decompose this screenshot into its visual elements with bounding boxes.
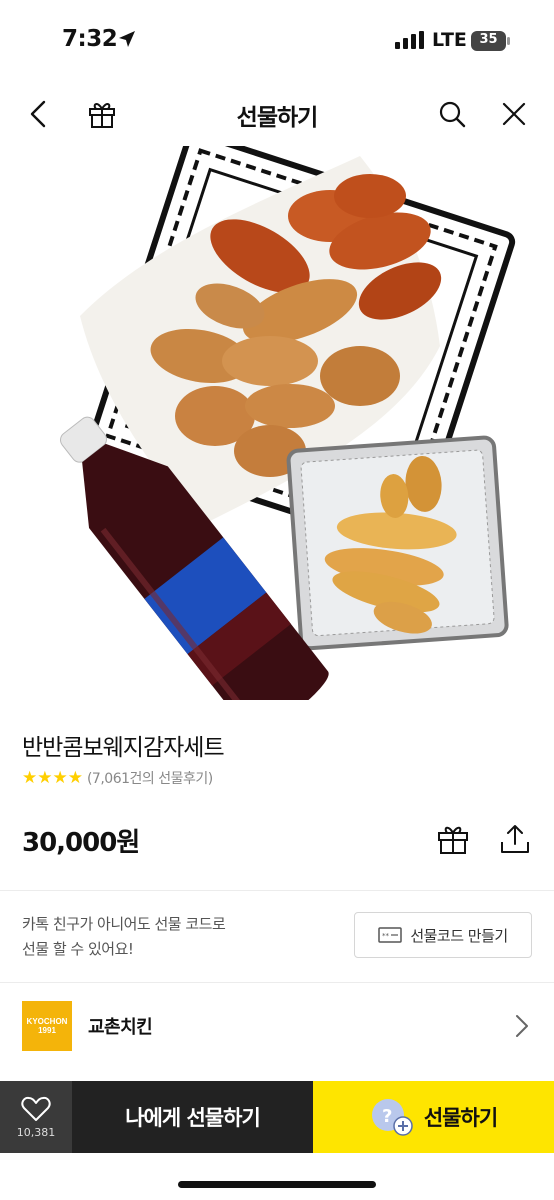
like-button[interactable]: 10,381 <box>0 1081 72 1153</box>
bottom-action-bar: 10,381 나에게 선물하기 ? 선물하기 <box>0 1081 554 1153</box>
battery-level: 35 <box>479 32 498 47</box>
rating-row[interactable]: ★★★★ (7,061건의 선물후기) <box>22 768 213 788</box>
divider <box>0 890 554 891</box>
brand-logo-text: KYOCHON <box>26 1017 68 1026</box>
nav-bar: 선물하기 <box>0 84 554 146</box>
svg-text:?: ? <box>382 1106 392 1127</box>
signal-icon <box>395 31 424 49</box>
product-photo-illustration <box>59 146 516 700</box>
status-bar: 7:32 LTE 35 <box>0 0 554 84</box>
product-price: 30,000원 <box>22 828 140 858</box>
product-name: 반반콤보웨지감자세트 <box>22 735 225 761</box>
create-gift-code-button[interactable]: ** 선물코드 만들기 <box>354 912 532 958</box>
gift-code-description: 카톡 친구가 아니어도 선물 코드로 선물 할 수 있어요! <box>22 912 322 962</box>
star-rating: ★★★★ <box>22 768 83 788</box>
brand-logo-year: 1991 <box>38 1026 56 1035</box>
product-image <box>0 146 554 700</box>
network-label: LTE <box>432 29 467 51</box>
page-title: 선물하기 <box>236 105 319 131</box>
like-count: 10,381 <box>16 1125 56 1139</box>
svg-text:**: ** <box>382 932 390 940</box>
search-icon[interactable] <box>436 98 468 130</box>
gift-button-label: 선물하기 <box>423 1106 498 1130</box>
heart-icon <box>21 1096 51 1121</box>
gift-to-self-label: 나에게 선물하기 <box>125 1106 261 1130</box>
gift-to-self-button[interactable]: 나에게 선물하기 <box>72 1081 313 1153</box>
gift-icon[interactable] <box>436 822 470 856</box>
gift-friend-icon: ? <box>371 1099 413 1136</box>
status-time: 7:32 <box>62 26 118 52</box>
battery-icon: 35 <box>471 31 510 51</box>
brand-row[interactable]: KYOCHON 1991 교촌치킨 <box>0 985 554 1067</box>
review-count[interactable]: (7,061건의 선물후기) <box>87 768 213 788</box>
gift-button[interactable]: ? 선물하기 <box>313 1081 554 1153</box>
gift-code-description-line1: 카톡 친구가 아니어도 선물 코드로 <box>22 915 226 933</box>
brand-logo: KYOCHON 1991 <box>22 1001 72 1051</box>
chevron-right-icon <box>516 1015 528 1037</box>
ticket-icon: ** <box>378 927 403 943</box>
create-gift-code-label: 선물코드 만들기 <box>410 926 508 945</box>
home-indicator[interactable] <box>178 1181 376 1188</box>
location-arrow-icon <box>119 31 135 47</box>
close-icon[interactable] <box>498 98 530 130</box>
gift-code-description-line2: 선물 할 수 있어요! <box>22 940 134 958</box>
brand-name: 교촌치킨 <box>88 1017 153 1038</box>
share-icon[interactable] <box>498 822 532 856</box>
divider <box>0 982 554 983</box>
